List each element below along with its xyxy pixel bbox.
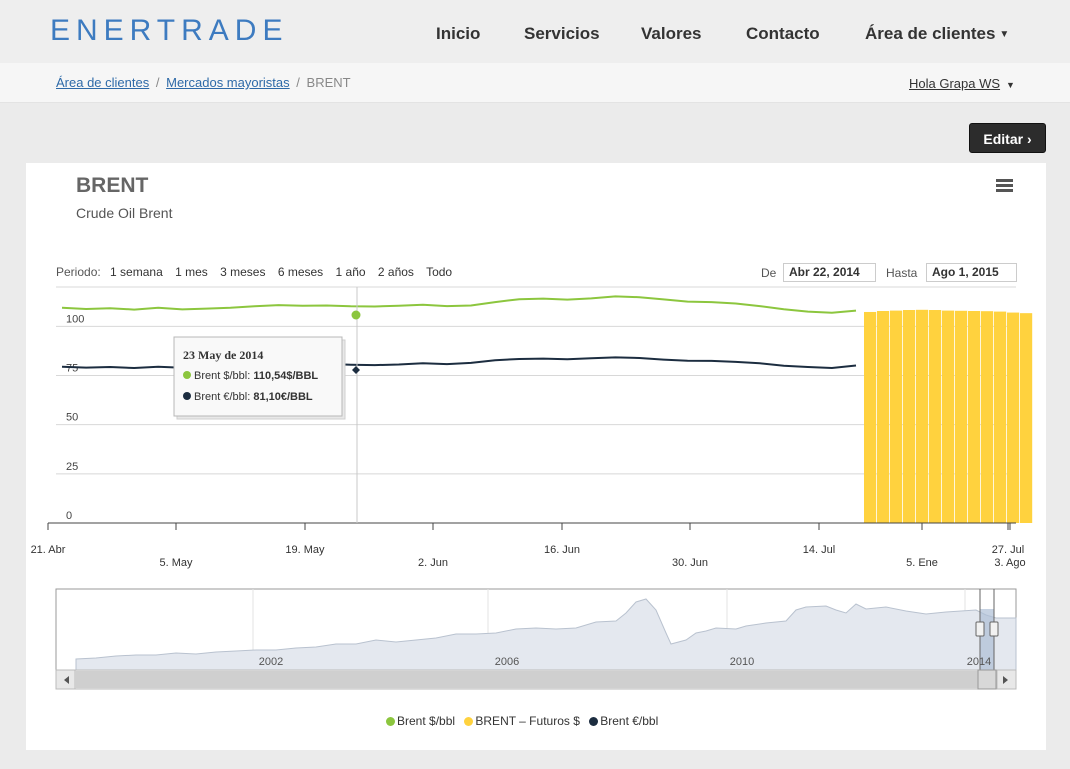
x-tick-label: 14. Jul [803, 544, 835, 556]
navigator-year-label: 2006 [495, 656, 519, 668]
nav-inicio[interactable]: Inicio [436, 24, 480, 44]
futures-bar [916, 309, 929, 523]
futures-bar [981, 311, 994, 523]
y-tick-label: 0 [66, 510, 72, 522]
legend-item-eur[interactable]: Brent €/bbl [589, 714, 658, 728]
futures-bar [877, 310, 890, 523]
tooltip-eur-line: Brent €/bbl: 81,10€/BBL [194, 391, 313, 403]
top-navbar: ENERTRADE Inicio Servicios Valores Conta… [0, 0, 1070, 63]
chart-tooltip: 23 May de 2014 Brent $/bbl: 110,54$/BBL … [173, 336, 346, 420]
navigator-year-label: 2002 [259, 656, 283, 668]
y-tick-label: 75 [66, 363, 78, 375]
tooltip-eur-marker [183, 392, 191, 400]
futures-bar [955, 310, 968, 523]
tooltip-usd-marker [183, 371, 191, 379]
x-tick-label: 19. May [285, 544, 325, 556]
nav-servicios[interactable]: Servicios [524, 24, 600, 44]
x-tick-label: 16. Jun [544, 544, 580, 556]
futures-bar [1007, 312, 1020, 523]
breadcrumb-bar: Área de clientes / Mercados mayoristas /… [0, 63, 1070, 103]
usd-series-line [61, 295, 857, 314]
y-tick-label: 25 [66, 461, 78, 473]
x-tick-label: 3. Ago [994, 557, 1025, 569]
futures-bar [1020, 313, 1033, 523]
navigator[interactable]: 2002 2006 2010 2014 [55, 588, 1017, 671]
legend-marker [589, 717, 599, 726]
tooltip-date: 23 May de 2014 [183, 348, 263, 362]
scrollbar[interactable] [55, 669, 1017, 690]
futures-bar [903, 310, 916, 523]
breadcrumb-area-clientes[interactable]: Área de clientes [56, 75, 149, 90]
breadcrumb-current: BRENT [306, 75, 351, 90]
caret-down-icon: ▼ [1006, 80, 1015, 90]
legend-marker [464, 717, 474, 726]
breadcrumb: Área de clientes / Mercados mayoristas /… [56, 75, 351, 90]
futures-bar [929, 310, 942, 523]
scrollbar-thumb[interactable] [977, 669, 997, 690]
hover-point-eur [352, 366, 360, 374]
navigator-year-label: 2014 [967, 656, 991, 668]
x-tick-label: 30. Jun [672, 557, 708, 569]
y-tick-label: 100 [66, 313, 84, 325]
futures-bar [942, 310, 955, 523]
nav-area-clientes[interactable]: Área de clientes ▼ [865, 24, 1009, 44]
futures-bar [994, 311, 1007, 523]
hover-point-usd [351, 310, 361, 320]
nav-contacto[interactable]: Contacto [746, 24, 820, 44]
futures-bar [968, 310, 981, 523]
navigator-year-label: 2010 [730, 656, 754, 668]
navigator-handle-right[interactable] [989, 621, 999, 637]
brand-logo[interactable]: ENERTRADE [50, 14, 288, 48]
edit-button[interactable]: Editar › [969, 123, 1046, 153]
caret-down-icon: ▼ [999, 29, 1010, 41]
breadcrumb-mercados[interactable]: Mercados mayoristas [166, 75, 290, 90]
legend-item-futures[interactable]: BRENT – Futuros $ [464, 714, 580, 728]
x-tick-label: 5. Ene [906, 557, 938, 569]
chart-legend: Brent $/bbl BRENT – Futuros $ Brent €/bb… [386, 714, 664, 728]
x-tick-label: 21. Abr [31, 544, 66, 556]
futures-bar [890, 310, 903, 523]
navigator-handle-left[interactable] [975, 621, 985, 637]
scrollbar-track[interactable] [75, 671, 978, 688]
nav-valores[interactable]: Valores [641, 24, 702, 44]
x-tick-label: 2. Jun [418, 557, 448, 569]
legend-item-usd[interactable]: Brent $/bbl [386, 714, 455, 728]
user-greeting: Hola Grapa WS [909, 76, 1001, 91]
chart-panel: BRENT Crude Oil Brent Periodo: 1 semana … [26, 163, 1046, 750]
futures-bar [864, 311, 877, 523]
legend-marker [386, 717, 395, 726]
tooltip-usd-line: Brent $/bbl: 110,54$/BBL [194, 370, 318, 382]
user-menu[interactable]: Hola Grapa WS ▼ [909, 76, 1015, 91]
x-tick-label: 5. May [159, 557, 193, 569]
x-tick-label: 27. Jul [992, 544, 1024, 556]
breadcrumb-separator: / [155, 75, 160, 90]
breadcrumb-separator: / [296, 75, 300, 90]
nav-area-clientes-label: Área de clientes [865, 24, 996, 43]
price-chart[interactable]: 0 25 50 75 100 21. Abr 19. May 16. Jun 14. Jul 2… [26, 163, 1046, 750]
y-tick-label: 50 [66, 412, 78, 424]
